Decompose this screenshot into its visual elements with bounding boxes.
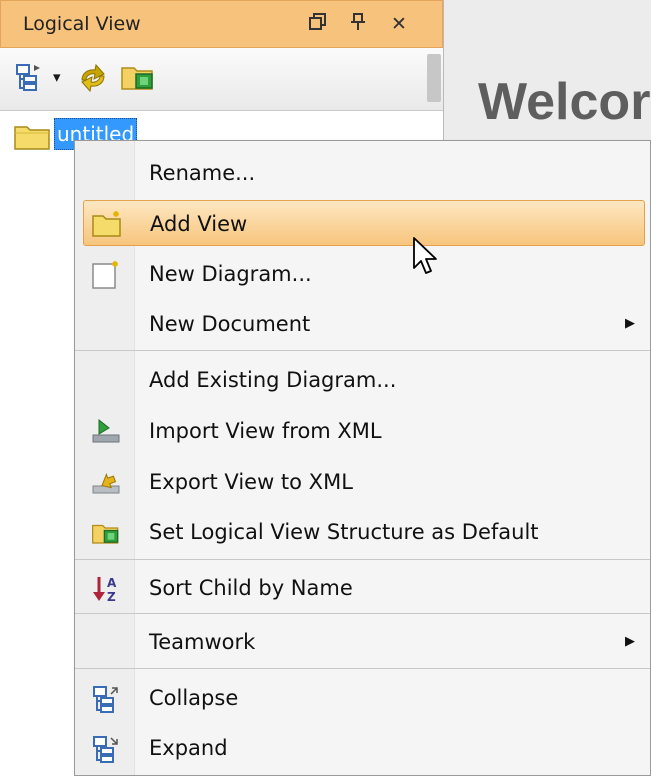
menu-item-label: Sort Child by Name bbox=[149, 576, 353, 600]
menu-separator bbox=[75, 613, 650, 614]
restore-window-icon[interactable] bbox=[306, 12, 330, 36]
menu-item-label: Collapse bbox=[149, 686, 239, 710]
svg-text:A: A bbox=[107, 576, 117, 590]
toolbar-handle[interactable] bbox=[427, 54, 441, 102]
svg-text:Z: Z bbox=[107, 590, 116, 604]
new-diagram-icon bbox=[91, 260, 119, 289]
menu-item-label: New Document bbox=[149, 312, 311, 336]
refresh-icon[interactable] bbox=[76, 62, 110, 98]
logical-view-default-icon bbox=[91, 518, 119, 546]
folder-icon bbox=[14, 124, 50, 154]
menu-separator bbox=[75, 668, 650, 669]
submenu-arrow-icon: ▶ bbox=[625, 634, 635, 649]
collapse-icon bbox=[91, 684, 119, 713]
menu-item-expand[interactable]: Expand bbox=[83, 725, 645, 771]
menu-item-collapse[interactable]: Collapse bbox=[83, 675, 645, 721]
menu-item-label: Set Logical View Structure as Default bbox=[149, 520, 539, 544]
sort-az-icon: AZ bbox=[91, 574, 119, 604]
menu-item-new-diagram[interactable]: New Diagram... bbox=[83, 251, 645, 297]
folder-new-icon bbox=[92, 210, 121, 238]
menu-item-label: Rename... bbox=[149, 161, 256, 185]
panel-toolbar: ▾ bbox=[0, 48, 443, 111]
pin-icon[interactable] bbox=[346, 12, 370, 36]
panel-title: Logical View bbox=[23, 13, 141, 35]
submenu-arrow-icon: ▶ bbox=[625, 316, 635, 331]
expand-icon bbox=[91, 734, 119, 763]
logical-view-default-icon[interactable] bbox=[120, 60, 156, 98]
menu-item-label: Teamwork bbox=[149, 630, 256, 654]
close-icon[interactable]: ✕ bbox=[387, 12, 411, 36]
menu-item-label: Add View bbox=[150, 212, 248, 236]
menu-item-import-xml[interactable]: Import View from XML bbox=[83, 408, 645, 454]
mouse-cursor-icon bbox=[412, 236, 438, 280]
menu-item-label: Expand bbox=[149, 736, 228, 760]
context-menu: Rename... Add View New Diagram... New Do… bbox=[74, 140, 651, 776]
menu-item-label: Export View to XML bbox=[149, 470, 353, 494]
structure-tree-icon[interactable] bbox=[14, 62, 44, 96]
menu-item-add-view[interactable]: Add View bbox=[83, 200, 645, 246]
menu-item-sort-child[interactable]: AZ Sort Child by Name bbox=[83, 565, 645, 611]
menu-separator bbox=[75, 559, 650, 560]
menu-item-rename[interactable]: Rename... bbox=[83, 150, 645, 196]
export-xml-icon bbox=[91, 468, 120, 496]
menu-item-label: Add Existing Diagram... bbox=[149, 368, 397, 392]
menu-separator bbox=[75, 350, 650, 351]
dropdown-arrow-icon[interactable]: ▾ bbox=[53, 68, 61, 86]
panel-titlebar: Logical View ✕ bbox=[0, 0, 443, 48]
import-xml-icon bbox=[91, 417, 120, 445]
menu-item-teamwork[interactable]: Teamwork ▶ bbox=[83, 619, 645, 665]
menu-item-add-existing-diagram[interactable]: Add Existing Diagram... bbox=[83, 357, 645, 403]
menu-item-label: Import View from XML bbox=[149, 419, 382, 443]
welcome-heading: Welcor bbox=[478, 73, 651, 131]
menu-item-set-default-structure[interactable]: Set Logical View Structure as Default bbox=[83, 509, 645, 555]
menu-item-new-document[interactable]: New Document ▶ bbox=[83, 301, 645, 347]
menu-item-export-xml[interactable]: Export View to XML bbox=[83, 459, 645, 505]
menu-item-label: New Diagram... bbox=[149, 262, 312, 286]
